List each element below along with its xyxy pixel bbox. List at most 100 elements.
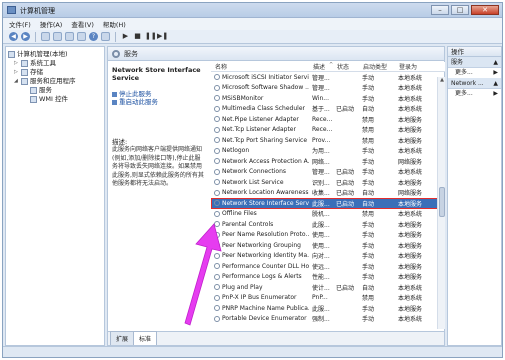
- service-row[interactable]: Net.Tcp Port Sharing Service Prov... 禁用 本地服…: [211, 135, 445, 146]
- restart-service-link[interactable]: 重启动此服务: [112, 98, 206, 106]
- computer-icon: [8, 51, 15, 58]
- service-gear-icon: [214, 158, 220, 165]
- back-icon[interactable]: ◀: [9, 32, 18, 41]
- service-row[interactable]: Network List Service 识别... 已启动 手动 本地服务: [211, 177, 445, 188]
- service-gear-icon: [214, 168, 220, 175]
- service-logon-cell: 本地服务: [398, 305, 423, 313]
- restart-service-icon[interactable]: ▶❚: [157, 32, 168, 41]
- selected-service-row[interactable]: Network Store Interface Serv... 此服... 已启动自…: [211, 198, 445, 209]
- expand-icon[interactable]: ▷: [14, 59, 19, 68]
- service-row[interactable]: PNRP Machine Name Publica... 此服... 手动 本地服务: [211, 303, 445, 314]
- tree-item-storage[interactable]: ▷ 存储: [8, 68, 102, 77]
- service-name-text: Network Access Protection A...: [222, 157, 309, 165]
- service-gear-icon: [214, 284, 220, 291]
- toolbar-separator: [115, 31, 116, 42]
- service-row[interactable]: Performance Counter DLL Host 使远... 手动 本地服务: [211, 261, 445, 272]
- service-row[interactable]: Performance Logs & Alerts 性能... 手动 本地服务: [211, 272, 445, 283]
- collapse-arrow-icon[interactable]: ▲: [493, 57, 498, 67]
- service-row[interactable]: Peer Name Resolution Proto... 使用... 手动 本地服务: [211, 230, 445, 241]
- service-name-text: PNRP Machine Name Publica...: [222, 304, 309, 312]
- up-folder-icon[interactable]: [41, 32, 50, 41]
- service-name-cell: Peer Networking Identity Ma...: [211, 252, 309, 259]
- column-header-status[interactable]: 状态: [333, 62, 359, 71]
- column-header-startup-type[interactable]: 启动类型: [359, 62, 395, 71]
- service-gear-icon: [214, 263, 220, 270]
- actions-section-network-store[interactable]: Network ... ▲: [448, 78, 501, 89]
- service-description-cell: 脱机...: [312, 211, 330, 219]
- minimize-button[interactable]: –: [431, 5, 449, 15]
- service-row[interactable]: Multimedia Class Scheduler 基于... 已启动 自动 本地系统: [211, 104, 445, 115]
- service-row[interactable]: Offline Files 脱机... 禁用 本地系统: [211, 209, 445, 220]
- pause-service-icon[interactable]: ❚❚: [145, 32, 157, 41]
- service-row[interactable]: PnP-X IP Bus Enumerator PnP... 禁用 本地系统: [211, 293, 445, 304]
- service-name-text: Network List Service: [222, 178, 284, 186]
- tree-item-system-tools[interactable]: ▷ 系统工具: [8, 59, 102, 68]
- service-row[interactable]: MSiSBMonitor Win... 手动 本地系统: [211, 93, 445, 104]
- service-row[interactable]: Net.Tcp Listener Adapter Rece... 禁用 本地服务: [211, 125, 445, 136]
- title-bar[interactable]: 计算机管理 – □ ✕: [3, 3, 502, 18]
- service-logon-cell: 本地服务: [398, 242, 423, 250]
- service-logon-cell: 本地服务: [398, 116, 423, 124]
- service-description-cell: 强制...: [312, 316, 330, 324]
- maximize-button[interactable]: □: [451, 5, 469, 15]
- show-hide-tree-icon[interactable]: [53, 32, 62, 41]
- window-title: 计算机管理: [20, 7, 55, 15]
- vertical-scrollbar[interactable]: ▲ ▼: [437, 77, 445, 329]
- service-row[interactable]: Peer Networking Identity Ma... 向对... 手动 本地服…: [211, 251, 445, 262]
- scrollbar-thumb[interactable]: [439, 187, 445, 217]
- menu-file[interactable]: 文件(F): [9, 19, 31, 29]
- service-startup-cell: 禁用: [362, 295, 375, 303]
- service-name-cell: Multimedia Class Scheduler: [211, 105, 309, 112]
- service-row[interactable]: Network Access Protection A... 网络... 手动 网络服…: [211, 156, 445, 167]
- stop-service-link[interactable]: 停止此服务: [112, 90, 206, 98]
- service-startup-cell: 手动: [362, 253, 375, 261]
- tree-item-services[interactable]: 服务: [8, 86, 102, 95]
- service-description-cell: Win...: [312, 94, 329, 102]
- menu-help[interactable]: 帮助(H): [103, 19, 126, 29]
- menu-action[interactable]: 操作(A): [40, 19, 63, 29]
- tab-standard[interactable]: 标准: [133, 331, 158, 345]
- submenu-arrow-icon: ▶: [493, 69, 498, 76]
- tree-item-services-apps[interactable]: ◢ 服务和应用程序: [8, 77, 102, 86]
- service-row[interactable]: Peer Networking Grouping 使用... 手动 本地服务: [211, 240, 445, 251]
- help-icon[interactable]: ?: [89, 32, 98, 41]
- service-row[interactable]: Plug and Play 使计... 已启动 自动 本地系统: [211, 282, 445, 293]
- service-row[interactable]: Net.Pipe Listener Adapter Rece... 禁用 本地服务: [211, 114, 445, 125]
- tree-root[interactable]: 计算机管理(本地): [8, 50, 102, 59]
- column-header-name[interactable]: 名称: [211, 62, 309, 71]
- service-name-cell: Plug and Play: [211, 284, 309, 291]
- scroll-up-icon[interactable]: ▲: [438, 77, 445, 85]
- export-list-icon[interactable]: [77, 32, 86, 41]
- service-logon-cell: 本地系统: [398, 148, 423, 156]
- service-name-cell: Network List Service: [211, 179, 309, 186]
- service-logon-cell: 网络服务: [398, 190, 423, 198]
- more-actions-item[interactable]: 更多... ▶: [448, 68, 501, 78]
- service-row[interactable]: Microsoft Software Shadow ... 管理... 手动 本地系统: [211, 83, 445, 94]
- service-row[interactable]: Network Connections 管理... 已启动 手动 本地系统: [211, 167, 445, 178]
- menu-view[interactable]: 查看(V): [71, 19, 94, 29]
- service-name-text: Plug and Play: [222, 283, 263, 291]
- restart-service-link-label[interactable]: 重启动此服务: [119, 98, 158, 106]
- actions-section-services[interactable]: 服务 ▲: [448, 57, 501, 68]
- service-row[interactable]: Portable Device Enumerator ... 强制... 手动 本地系…: [211, 314, 445, 325]
- collapse-icon[interactable]: ◢: [14, 77, 19, 86]
- close-button[interactable]: ✕: [471, 5, 499, 15]
- stop-service-link-label[interactable]: 停止此服务: [119, 90, 152, 98]
- expand-icon[interactable]: ▷: [14, 68, 19, 77]
- tree-item-wmi[interactable]: WMI 控件: [8, 95, 102, 104]
- stop-service-icon[interactable]: ■: [133, 32, 142, 41]
- collapse-arrow-icon[interactable]: ▲: [493, 78, 498, 88]
- refresh-icon[interactable]: [65, 32, 74, 41]
- start-service-icon[interactable]: ▶: [121, 32, 130, 41]
- view-tabs: 扩展 标准: [108, 331, 444, 345]
- services-gear-icon: [112, 49, 120, 58]
- service-row[interactable]: Netlogon 为用... 手动 本地系统: [211, 146, 445, 157]
- tab-extended[interactable]: 扩展: [110, 331, 135, 345]
- column-header-logon-as[interactable]: 登录为: [395, 62, 441, 71]
- service-row[interactable]: Parental Controls 此服... 手动 本地服务: [211, 219, 445, 230]
- forward-icon[interactable]: ▶: [21, 32, 30, 41]
- properties-icon[interactable]: [101, 32, 110, 41]
- service-row[interactable]: Network Location Awareness 收集... 已启动 自动 网络服务: [211, 188, 445, 199]
- more-actions-item[interactable]: 更多... ▶: [448, 89, 501, 99]
- service-row[interactable]: Microsoft iSCSI Initiator Servi... 管理... 手…: [211, 72, 445, 83]
